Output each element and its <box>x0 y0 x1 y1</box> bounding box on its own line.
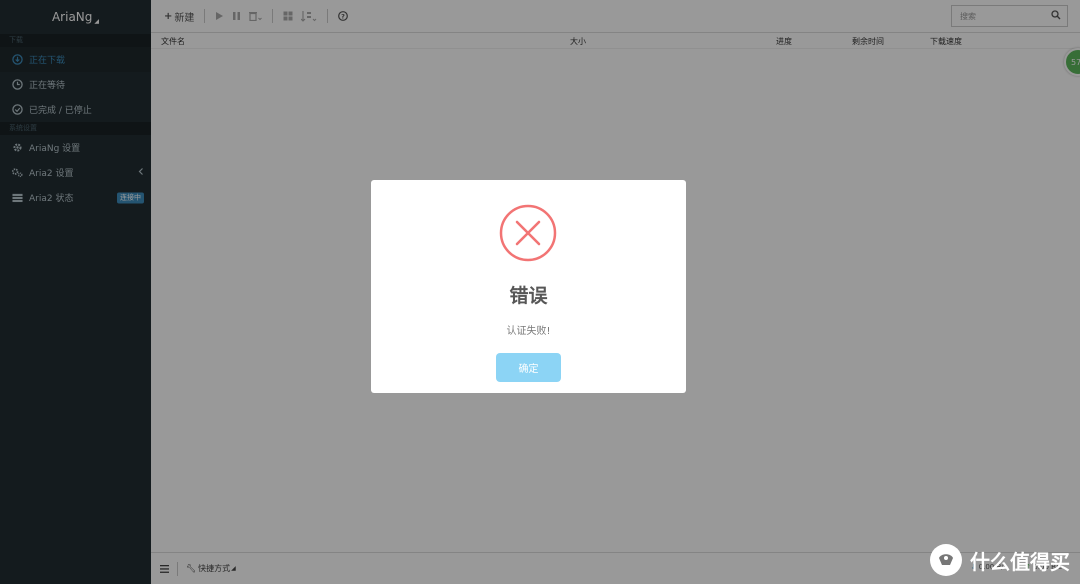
watermark-text: 什么值得买 <box>970 549 1070 574</box>
dialog-title: 错误 <box>509 285 548 307</box>
confirm-button[interactable]: 确定 <box>496 353 561 382</box>
error-dialog: 错误 认证失败! 确定 <box>371 180 686 393</box>
dialog-message: 认证失败! <box>506 326 551 337</box>
error-x-icon <box>499 204 557 262</box>
watermark: 什么值得买 <box>930 544 1070 576</box>
watermark-logo-icon <box>930 544 962 576</box>
